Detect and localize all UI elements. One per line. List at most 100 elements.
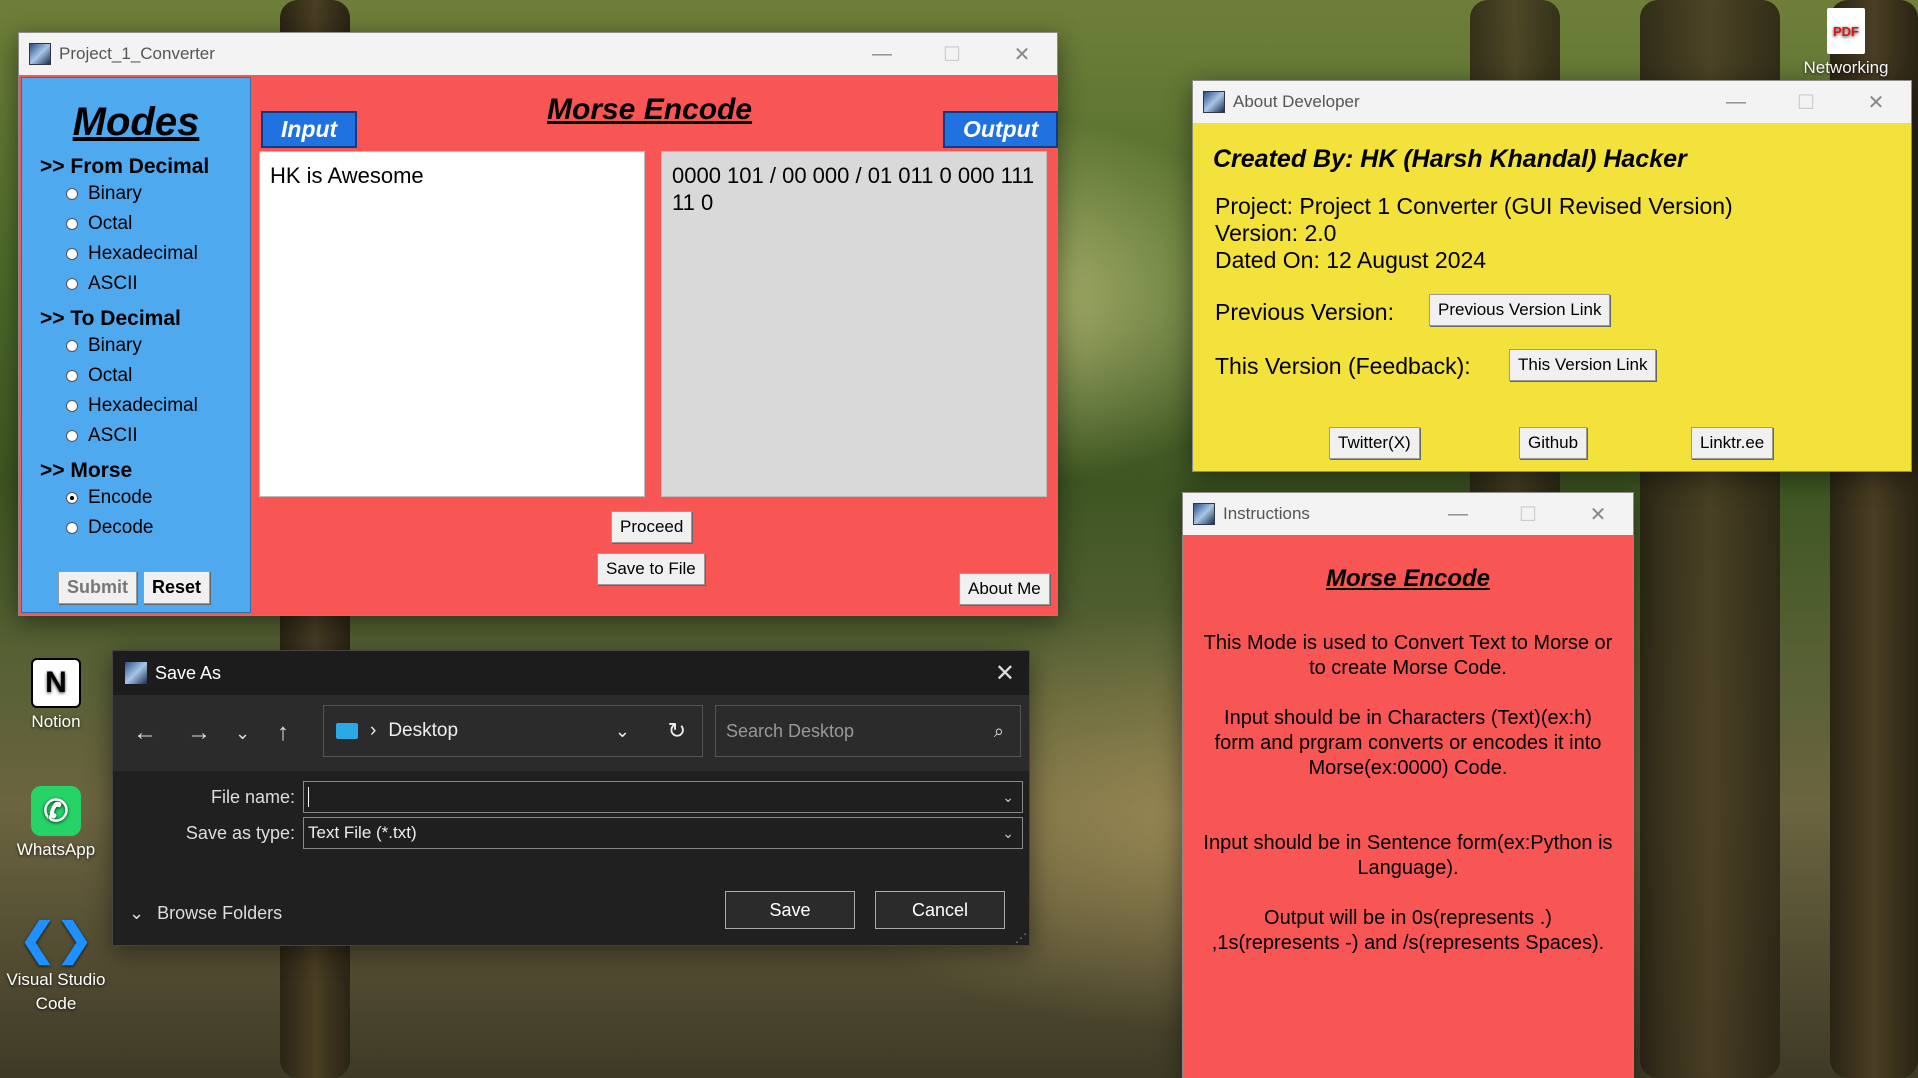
refresh-icon[interactable]: ↻	[668, 718, 686, 744]
save-to-file-button[interactable]: Save to File	[597, 553, 705, 585]
desktop-icon-label: Visual Studio Code	[6, 970, 106, 1013]
close-icon[interactable]: ✕	[1563, 493, 1633, 535]
radio-label: Binary	[88, 183, 142, 204]
resize-grip-icon[interactable]: ⋰	[1015, 931, 1027, 945]
pdf-badge: PDF	[1833, 23, 1859, 39]
radio-label: ASCII	[88, 425, 138, 446]
about-titlebar[interactable]: About Developer — ☐ ✕	[1193, 81, 1911, 123]
save-as-type-label: Save as type:	[185, 823, 295, 843]
radio-from-ascii[interactable]: ASCII	[66, 273, 250, 295]
whatsapp-icon: ✆	[31, 786, 81, 836]
save-as-titlebar[interactable]: Save As ✕	[113, 651, 1029, 695]
file-name-label: File name:	[210, 787, 295, 807]
radio-morse-decode[interactable]: Decode	[66, 517, 250, 539]
reset-button[interactable]: Reset	[143, 571, 211, 604]
radio-label: Binary	[88, 335, 142, 356]
input-tag: Input	[261, 111, 358, 148]
address-dropdown-icon[interactable]: ⌄	[615, 721, 630, 742]
close-icon[interactable]: ✕	[1841, 81, 1911, 123]
created-by: Created By: HK (Harsh Khandal) Hacker	[1213, 145, 1687, 173]
app-icon	[1193, 503, 1215, 525]
back-arrow-icon[interactable]: ←	[133, 719, 157, 747]
address-bar[interactable]: › Desktop ⌄ ↻	[323, 705, 703, 757]
about-me-button[interactable]: About Me	[959, 573, 1050, 605]
save-button[interactable]: Save	[725, 891, 855, 929]
input-textarea[interactable]: HK is Awesome	[259, 151, 645, 497]
radio-morse-encode[interactable]: Encode	[66, 487, 250, 509]
app-icon	[125, 662, 147, 684]
radio-dot	[66, 278, 78, 290]
instructions-para: Output will be in 0s(represents .) ,1s(r…	[1211, 907, 1605, 954]
text-cursor	[308, 787, 309, 807]
chevron-down-icon[interactable]: ⌄	[1002, 825, 1014, 842]
radio-from-binary[interactable]: Binary	[66, 183, 250, 205]
maximize-icon[interactable]: ☐	[1771, 81, 1841, 123]
save-as-type-select[interactable]: Text File (*.txt) ⌄	[303, 817, 1023, 849]
converter-titlebar[interactable]: Project_1_Converter — ☐ ✕	[19, 33, 1057, 75]
search-input[interactable]: Search Desktop ⌕	[715, 705, 1021, 757]
radio-dot	[66, 248, 78, 260]
radio-dot-selected	[66, 492, 78, 504]
this-version-label: This Version (Feedback):	[1215, 353, 1471, 379]
mode-title: Morse Encode	[547, 93, 753, 126]
desktop-icon-whatsapp[interactable]: ✆ WhatsApp	[6, 786, 106, 860]
output-textarea[interactable]: 0000 101 / 00 000 / 01 011 0 000 111 11 …	[661, 151, 1047, 497]
radio-to-binary[interactable]: Binary	[66, 335, 250, 357]
radio-to-hexadecimal[interactable]: Hexadecimal	[66, 395, 250, 417]
app-icon	[1203, 91, 1225, 113]
save-as-dialog: Save As ✕ ← → ⌄ ↑ › Desktop ⌄ ↻ Search D…	[112, 650, 1030, 946]
radio-to-octal[interactable]: Octal	[66, 365, 250, 387]
minimize-icon[interactable]: —	[1423, 493, 1493, 535]
radio-dot	[66, 400, 78, 412]
chevron-right-icon: ›	[370, 720, 377, 741]
radio-label: Hexadecimal	[88, 243, 198, 264]
proceed-button[interactable]: Proceed	[611, 511, 693, 543]
radio-from-octal[interactable]: Octal	[66, 213, 250, 235]
chevron-down-icon: ⌄	[129, 903, 145, 923]
minimize-icon[interactable]: —	[847, 33, 917, 75]
radio-dot	[66, 340, 78, 352]
window-title: About Developer	[1233, 92, 1360, 111]
chevron-down-icon[interactable]: ⌄	[1002, 789, 1014, 806]
instructions-para: Input should be in Characters (Text)(ex:…	[1214, 707, 1602, 779]
maximize-icon[interactable]: ☐	[917, 33, 987, 75]
pdf-icon: PDF	[1827, 8, 1865, 54]
close-icon[interactable]: ✕	[995, 659, 1015, 688]
twitter-button[interactable]: Twitter(X)	[1329, 427, 1420, 459]
radio-label: Encode	[88, 487, 153, 508]
previous-version-link-button[interactable]: Previous Version Link	[1429, 294, 1611, 326]
desktop-icon-networking[interactable]: PDF Networking	[1796, 8, 1896, 78]
submit-button[interactable]: Submit	[58, 571, 137, 604]
desktop-icon-label: WhatsApp	[16, 840, 96, 859]
desktop-icon-label: Notion	[31, 712, 81, 731]
up-arrow-icon[interactable]: ↑	[277, 719, 289, 747]
radio-label: ASCII	[88, 273, 138, 294]
version-line: Version: 2.0	[1215, 220, 1337, 246]
radio-label: Decode	[88, 517, 154, 538]
linktree-button[interactable]: Linktr.ee	[1691, 427, 1774, 459]
recent-locations-chevron-icon[interactable]: ⌄	[235, 723, 250, 744]
maximize-icon[interactable]: ☐	[1493, 493, 1563, 535]
close-icon[interactable]: ✕	[987, 33, 1057, 75]
radio-from-hexadecimal[interactable]: Hexadecimal	[66, 243, 250, 265]
navigation-bar: ← → ⌄ ↑ › Desktop ⌄ ↻ Search Desktop ⌕	[113, 695, 1029, 771]
desktop-icon-notion[interactable]: N Notion	[6, 658, 106, 732]
instructions-window: Instructions — ☐ ✕ Morse Encode This Mod…	[1182, 492, 1634, 1078]
file-name-input[interactable]: ⌄	[303, 781, 1023, 813]
desktop-icon-vscode[interactable]: ❮❯ Visual Studio Code	[6, 914, 106, 1016]
radio-to-ascii[interactable]: ASCII	[66, 425, 250, 447]
about-developer-window: About Developer — ☐ ✕ Created By: HK (Ha…	[1192, 80, 1912, 472]
window-title: Instructions	[1223, 504, 1310, 523]
cancel-button[interactable]: Cancel	[875, 891, 1005, 929]
forward-arrow-icon[interactable]: →	[187, 719, 211, 747]
this-version-link-button[interactable]: This Version Link	[1509, 349, 1657, 381]
notion-icon: N	[31, 658, 81, 708]
github-button[interactable]: Github	[1519, 427, 1588, 459]
app-icon	[29, 43, 51, 65]
modes-heading: Modes	[72, 100, 200, 144]
save-as-type-value: Text File (*.txt)	[308, 823, 417, 842]
instructions-titlebar[interactable]: Instructions — ☐ ✕	[1183, 493, 1633, 535]
minimize-icon[interactable]: —	[1701, 81, 1771, 123]
modes-panel: Modes >> From Decimal Binary Octal Hexad…	[21, 77, 251, 613]
browse-folders-toggle[interactable]: ⌄ Browse Folders	[129, 903, 282, 924]
